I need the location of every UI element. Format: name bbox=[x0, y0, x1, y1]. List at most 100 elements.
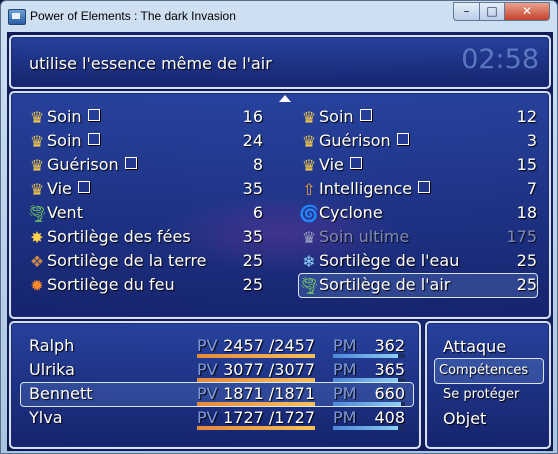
skill-name: Sortilège de l'air bbox=[319, 275, 451, 294]
pv-label: PV bbox=[197, 408, 218, 427]
pv-value: 1871 /1871 bbox=[223, 384, 315, 403]
command-1[interactable]: Compétences bbox=[434, 358, 544, 384]
water-icon: ❄ bbox=[302, 252, 316, 271]
actor-command-window: Attaque Compétences Se protéger Objet bbox=[425, 321, 551, 449]
skill-item[interactable]: ♛ Soin 12 bbox=[299, 106, 537, 129]
skill-item[interactable]: ❄ Sortilège de l'eau 25 bbox=[299, 250, 537, 273]
member-name: Bennett bbox=[29, 384, 93, 403]
skill-item[interactable]: ♛ Guérison 8 bbox=[27, 154, 263, 177]
skill-name: Guérison bbox=[319, 131, 409, 150]
game-window: Power of Elements : The dark Invasion – … bbox=[0, 0, 558, 454]
party-member-row[interactable]: Ralph PV 2457 /2457 PM 362 bbox=[21, 335, 413, 358]
skill-cost: 175 bbox=[506, 227, 537, 246]
tornado-icon: 🌪 bbox=[27, 204, 48, 223]
skill-list-window: ♛ Soin 16 ♛ Soin 24 ♛ Guérison 8 ♛ Vie 35 🌪 Vent 6 ✸ Sor… bbox=[9, 91, 551, 319]
command-label: Objet bbox=[443, 409, 487, 428]
target-checkbox-icon bbox=[396, 133, 409, 145]
skill-name: Sortilège du feu bbox=[47, 275, 175, 294]
skill-item[interactable]: ⇧ Intelligence 7 bbox=[299, 178, 537, 201]
skill-name: Sortilège des fées bbox=[47, 227, 191, 246]
cyclone-icon: 🌀 bbox=[299, 204, 319, 223]
target-checkbox-icon bbox=[124, 157, 137, 169]
skill-cost: 35 bbox=[242, 227, 263, 246]
crown-icon: ♛ bbox=[29, 180, 45, 199]
target-checkbox-icon bbox=[87, 133, 100, 145]
pm-value: 660 bbox=[374, 384, 405, 403]
skill-name: Vie bbox=[47, 179, 90, 198]
skill-name: Intelligence bbox=[319, 179, 431, 198]
skill-item[interactable]: ♛ Soin 16 bbox=[27, 106, 263, 129]
skill-item: ♛ Soin ultime 175 bbox=[299, 226, 537, 249]
pv-value: 3077 /3077 bbox=[223, 360, 315, 379]
pm-value: 408 bbox=[374, 408, 405, 427]
pm-value: 365 bbox=[374, 360, 405, 379]
command-label: Se protéger bbox=[443, 387, 520, 402]
skill-cost: 25 bbox=[242, 275, 263, 294]
crown-icon: ♛ bbox=[29, 132, 45, 151]
help-window: utilise l'essence même de l'air 02:58 bbox=[9, 35, 551, 89]
skill-item[interactable]: 🌀 Cyclone 18 bbox=[299, 202, 537, 225]
party-member-row[interactable]: Ulrika PV 3077 /3077 PM 365 bbox=[21, 359, 413, 382]
maximize-button[interactable]: □ bbox=[479, 2, 505, 21]
air-icon: 🌪 bbox=[299, 276, 320, 295]
skill-name: Soin bbox=[47, 107, 100, 126]
pv-label: PV bbox=[197, 384, 218, 403]
skill-name: Guérison bbox=[47, 155, 137, 174]
skill-item[interactable]: ♛ Vie 35 bbox=[27, 178, 263, 201]
target-checkbox-icon bbox=[359, 109, 372, 121]
minimize-button[interactable]: – bbox=[453, 2, 480, 21]
skill-item[interactable]: ♛ Vie 15 bbox=[299, 154, 537, 177]
scroll-up-arrow-icon[interactable] bbox=[279, 95, 291, 102]
command-2[interactable]: Se protéger bbox=[435, 383, 543, 407]
battle-screen: utilise l'essence même de l'air 02:58 ♛ S… bbox=[7, 32, 553, 451]
skill-cost: 12 bbox=[516, 107, 537, 126]
skill-cost: 6 bbox=[252, 203, 263, 222]
close-button[interactable]: ✕ bbox=[504, 2, 550, 21]
member-name: Ylva bbox=[29, 408, 63, 427]
crown-icon: ♛ bbox=[301, 132, 317, 151]
party-member-row[interactable]: Ylva PV 1727 /1727 PM 408 bbox=[21, 407, 413, 430]
app-icon bbox=[8, 9, 26, 25]
fire-icon: ✹ bbox=[30, 276, 44, 295]
skill-cost: 18 bbox=[516, 203, 537, 222]
skill-cost: 25 bbox=[516, 251, 537, 270]
window-title: Power of Elements : The dark Invasion bbox=[30, 9, 236, 23]
skill-name: Soin bbox=[47, 131, 100, 150]
pm-label: PM bbox=[333, 408, 357, 427]
party-status-window: Ralph PV 2457 /2457 PM 362 Ulrika PV 3077 /3077… bbox=[9, 321, 421, 449]
pv-label: PV bbox=[197, 336, 218, 355]
crown-icon: ♛ bbox=[301, 108, 317, 127]
skill-cost: 25 bbox=[242, 251, 263, 270]
party-member-row[interactable]: Bennett PV 1871 /1871 PM 660 bbox=[20, 382, 414, 407]
skill-description: utilise l'essence même de l'air bbox=[29, 54, 272, 73]
crown-icon: ♛ bbox=[29, 156, 45, 175]
rock-icon: ❖ bbox=[29, 252, 45, 271]
skill-cost: 15 bbox=[516, 155, 537, 174]
command-label: Attaque bbox=[443, 337, 507, 356]
skill-item[interactable]: ✹ Sortilège du feu 25 bbox=[27, 274, 263, 297]
skill-cost: 8 bbox=[252, 155, 263, 174]
pv-value: 2457 /2457 bbox=[223, 336, 315, 355]
command-3[interactable]: Objet bbox=[435, 407, 543, 431]
member-name: Ralph bbox=[29, 336, 75, 355]
skill-name: Vent bbox=[47, 203, 83, 222]
skill-name: Soin ultime bbox=[319, 227, 410, 246]
skill-item[interactable]: 🌪 Vent 6 bbox=[27, 202, 263, 225]
pm-value: 362 bbox=[374, 336, 405, 355]
skill-item[interactable]: ❖ Sortilège de la terre 25 bbox=[27, 250, 263, 273]
pm-label: PM bbox=[333, 360, 357, 379]
skill-cost: 35 bbox=[242, 179, 263, 198]
skill-item[interactable]: ♛ Guérison 3 bbox=[299, 130, 537, 153]
crown-icon: ♛ bbox=[29, 108, 45, 127]
skill-cost: 3 bbox=[526, 131, 537, 150]
sparkle-icon: ✸ bbox=[30, 228, 44, 247]
skill-cost: 16 bbox=[242, 107, 263, 126]
command-0[interactable]: Attaque bbox=[435, 335, 543, 359]
crown-icon: ♛ bbox=[301, 156, 317, 175]
title-bar[interactable]: Power of Elements : The dark Invasion – … bbox=[1, 1, 557, 31]
skill-item[interactable]: ♛ Soin 24 bbox=[27, 130, 263, 153]
skill-item[interactable]: 🌪 Sortilège de l'air 25 bbox=[298, 273, 538, 298]
skill-item[interactable]: ✸ Sortilège des fées 35 bbox=[27, 226, 263, 249]
pv-label: PV bbox=[197, 360, 218, 379]
member-name: Ulrika bbox=[29, 360, 75, 379]
